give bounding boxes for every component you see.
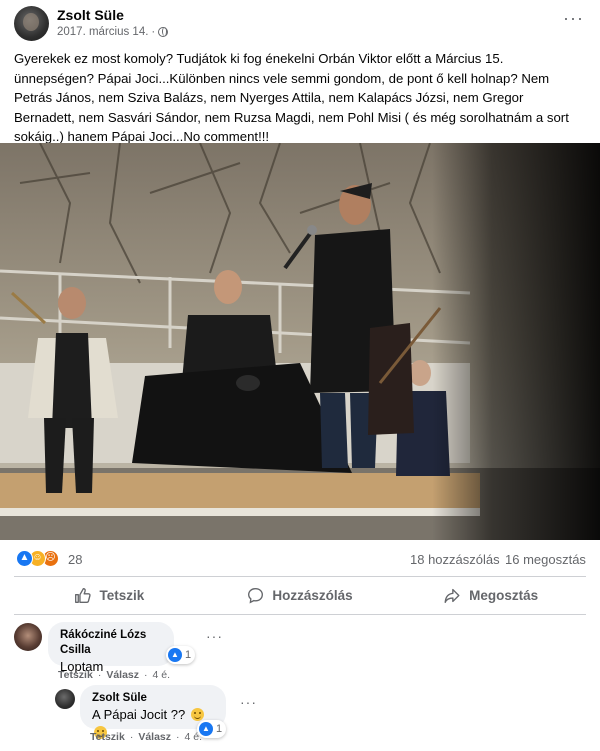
- comment-actions: Tetszik · Válasz · 4 é.: [58, 669, 170, 681]
- comment-button-label: Hozzászólás: [272, 587, 353, 603]
- commenter-avatar[interactable]: [55, 689, 75, 709]
- post-meta: 2017. március 14. ·: [57, 26, 169, 38]
- comment-reply-link[interactable]: Válasz: [138, 731, 171, 743]
- photo-scene: [0, 143, 600, 540]
- post-header: Zsolt Süle 2017. március 14. · ···: [0, 0, 600, 48]
- like-reaction-icon: ▲: [16, 550, 33, 567]
- comment-age[interactable]: 4 é.: [185, 731, 203, 743]
- comment-like-link[interactable]: Tetszik: [90, 731, 125, 743]
- author-avatar[interactable]: [14, 6, 49, 41]
- reaction-count[interactable]: 28: [68, 552, 82, 567]
- post-photo[interactable]: [0, 143, 600, 540]
- more-options-icon[interactable]: ···: [563, 9, 584, 27]
- action-bar: Tetszik Hozzászólás Megosztás: [14, 577, 586, 613]
- share-button-label: Megosztás: [469, 587, 539, 603]
- thumbs-up-icon: [75, 587, 92, 603]
- separator-dot: ·: [129, 731, 134, 743]
- like-button-label: Tetszik: [99, 587, 145, 603]
- divider: [14, 614, 586, 615]
- comment-bubble: Rákócziné Lózs Csilla Loptam: [48, 622, 174, 674]
- like-button[interactable]: Tetszik: [14, 577, 205, 613]
- comment-reaction-count: 1: [216, 723, 223, 735]
- comment-text-content: A Pápai Jocit ??: [92, 707, 186, 722]
- commenter-avatar[interactable]: [14, 623, 42, 651]
- comment-button[interactable]: Hozzászólás: [205, 577, 396, 613]
- separator-dot: ·: [144, 669, 148, 681]
- comment-reaction[interactable]: ▲ 1: [166, 646, 196, 664]
- comment-like-link[interactable]: Tetszik: [58, 669, 93, 681]
- commenter-name[interactable]: Zsolt Süle: [92, 691, 214, 706]
- reaction-icons[interactable]: ▲ ☺ ☹: [16, 550, 59, 567]
- comment: Rákócziné Lózs Csilla Loptam ▲ 1 ··· Tet…: [0, 616, 600, 686]
- comment-reaction-count: 1: [185, 649, 192, 661]
- smiley-emoji-icon: [190, 708, 204, 721]
- comment-count[interactable]: 18 hozzászólás: [410, 552, 500, 567]
- post-date[interactable]: 2017. március 14.: [57, 26, 148, 38]
- comment-icon: [248, 587, 264, 603]
- comment-reply-link[interactable]: Válasz: [106, 669, 139, 681]
- separator-dot: ·: [151, 26, 156, 38]
- share-button[interactable]: Megosztás: [395, 577, 586, 613]
- commenter-name[interactable]: Rákócziné Lózs Csilla: [60, 628, 162, 658]
- author-name[interactable]: Zsolt Süle: [57, 7, 124, 23]
- share-arrow-icon: [444, 588, 460, 603]
- post-text: Gyerekek ez most komoly? Tudjátok ki fog…: [14, 51, 569, 144]
- separator-dot: ·: [97, 669, 102, 681]
- comment-reply: Zsolt Süle A Pápai Jocit ?? ▲ 1 ··· Tets…: [0, 682, 600, 751]
- comment-more-icon[interactable]: ···: [240, 694, 257, 710]
- like-reaction-icon: ▲: [168, 648, 182, 662]
- globe-icon: [158, 27, 169, 37]
- separator-dot: ·: [176, 731, 180, 743]
- comment-more-icon[interactable]: ···: [206, 628, 223, 644]
- reactions-bar: ▲ ☺ ☹ 28 18 hozzászólás 16 megosztás: [0, 545, 600, 573]
- comment-age[interactable]: 4 é.: [153, 669, 171, 681]
- share-count[interactable]: 16 megosztás: [505, 552, 586, 567]
- comment-actions: Tetszik · Válasz · 4 é.: [90, 731, 202, 743]
